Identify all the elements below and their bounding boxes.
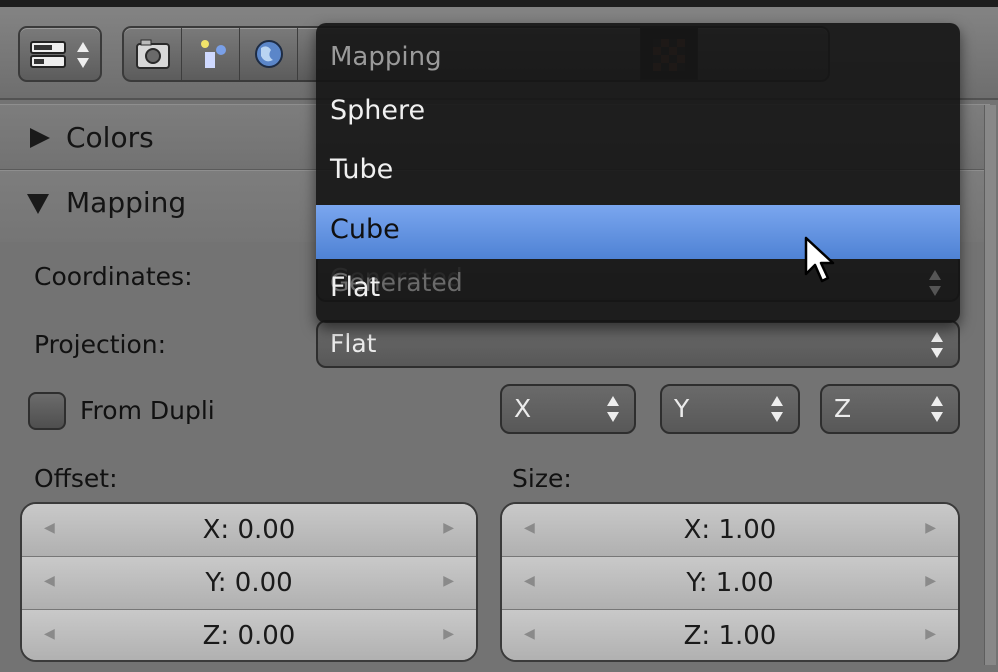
coordinates-label: Coordinates: — [34, 262, 193, 291]
menu-item-label: Tube — [330, 154, 394, 185]
mouse-pointer-icon — [803, 236, 839, 284]
axis-x-select[interactable]: X — [500, 384, 636, 434]
updown-arrows-icon — [930, 331, 944, 359]
increment-arrow-icon[interactable]: ▶ — [925, 573, 936, 589]
increment-arrow-icon[interactable]: ▶ — [925, 626, 936, 642]
editor-border — [0, 0, 998, 7]
offset-z-value: Z: 0.00 — [202, 621, 296, 651]
offset-y-field[interactable]: ◀ Y: 0.00 ▶ — [22, 557, 476, 610]
offset-label: Offset: — [34, 464, 118, 493]
increment-arrow-icon[interactable]: ▶ — [443, 626, 454, 642]
axis-y-value: Y — [674, 394, 690, 423]
updown-arrows-icon — [770, 395, 784, 423]
expand-triangle-icon — [28, 126, 52, 154]
updown-arrows-icon — [76, 40, 90, 74]
size-y-value: Y: 1.00 — [686, 568, 774, 598]
size-z-field[interactable]: ◀ Z: 1.00 ▶ — [502, 610, 958, 660]
size-label: Size: — [512, 464, 572, 493]
updown-arrows-icon — [930, 395, 944, 423]
size-x-value: X: 1.00 — [683, 515, 777, 545]
menu-item-label: Sphere — [330, 95, 426, 126]
menu-item-label: Cube — [330, 214, 400, 245]
size-x-field[interactable]: ◀ X: 1.00 ▶ — [502, 504, 958, 557]
increment-arrow-icon[interactable]: ▶ — [443, 520, 454, 536]
offset-x-value: X: 0.00 — [202, 515, 296, 545]
scrollbar[interactable] — [984, 105, 996, 665]
tab-scene[interactable] — [182, 28, 240, 80]
offset-y-value: Y: 0.00 — [205, 568, 293, 598]
projection-value: Flat — [330, 329, 377, 358]
menu-item-sphere[interactable]: Sphere — [316, 86, 960, 140]
properties-editor-icon — [30, 40, 68, 74]
menu-item-flat[interactable]: Flat — [316, 263, 960, 317]
size-z-value: Z: 1.00 — [683, 621, 777, 651]
collapse-triangle-icon — [26, 193, 50, 219]
axis-z-value: Z — [834, 394, 852, 423]
tab-render[interactable] — [124, 28, 182, 80]
projection-label: Projection: — [34, 330, 167, 359]
projection-select[interactable]: Flat — [316, 320, 960, 368]
increment-arrow-icon[interactable]: ▶ — [443, 573, 454, 589]
offset-z-field[interactable]: ◀ Z: 0.00 ▶ — [22, 610, 476, 660]
offset-x-field[interactable]: ◀ X: 0.00 ▶ — [22, 504, 476, 557]
menu-item-tube[interactable]: Tube — [316, 145, 960, 199]
mapping-panel-title: Mapping — [66, 186, 187, 219]
tab-world[interactable] — [240, 28, 298, 80]
increment-arrow-icon[interactable]: ▶ — [925, 520, 936, 536]
mapping-dropdown-menu: Mapping Generated Sphere Tube Cube Flat — [316, 23, 960, 323]
colors-panel-title: Colors — [66, 121, 154, 154]
updown-arrows-icon — [606, 395, 620, 423]
dropdown-title: Mapping — [330, 42, 442, 72]
offset-fields: ◀ X: 0.00 ▶ ◀ Y: 0.00 ▶ ◀ Z: 0.00 ▶ — [20, 502, 478, 662]
size-y-field[interactable]: ◀ Y: 1.00 ▶ — [502, 557, 958, 610]
from-dupli-label: From Dupli — [80, 396, 215, 425]
axis-z-select[interactable]: Z — [820, 384, 960, 434]
axis-x-value: X — [514, 394, 532, 423]
menu-item-label: Flat — [330, 272, 381, 303]
editor-type-selector[interactable] — [18, 26, 102, 82]
menu-item-cube[interactable]: Cube — [316, 205, 960, 259]
axis-y-select[interactable]: Y — [660, 384, 800, 434]
size-fields: ◀ X: 1.00 ▶ ◀ Y: 1.00 ▶ ◀ Z: 1.00 ▶ — [500, 502, 960, 662]
from-dupli-checkbox[interactable] — [28, 392, 66, 430]
